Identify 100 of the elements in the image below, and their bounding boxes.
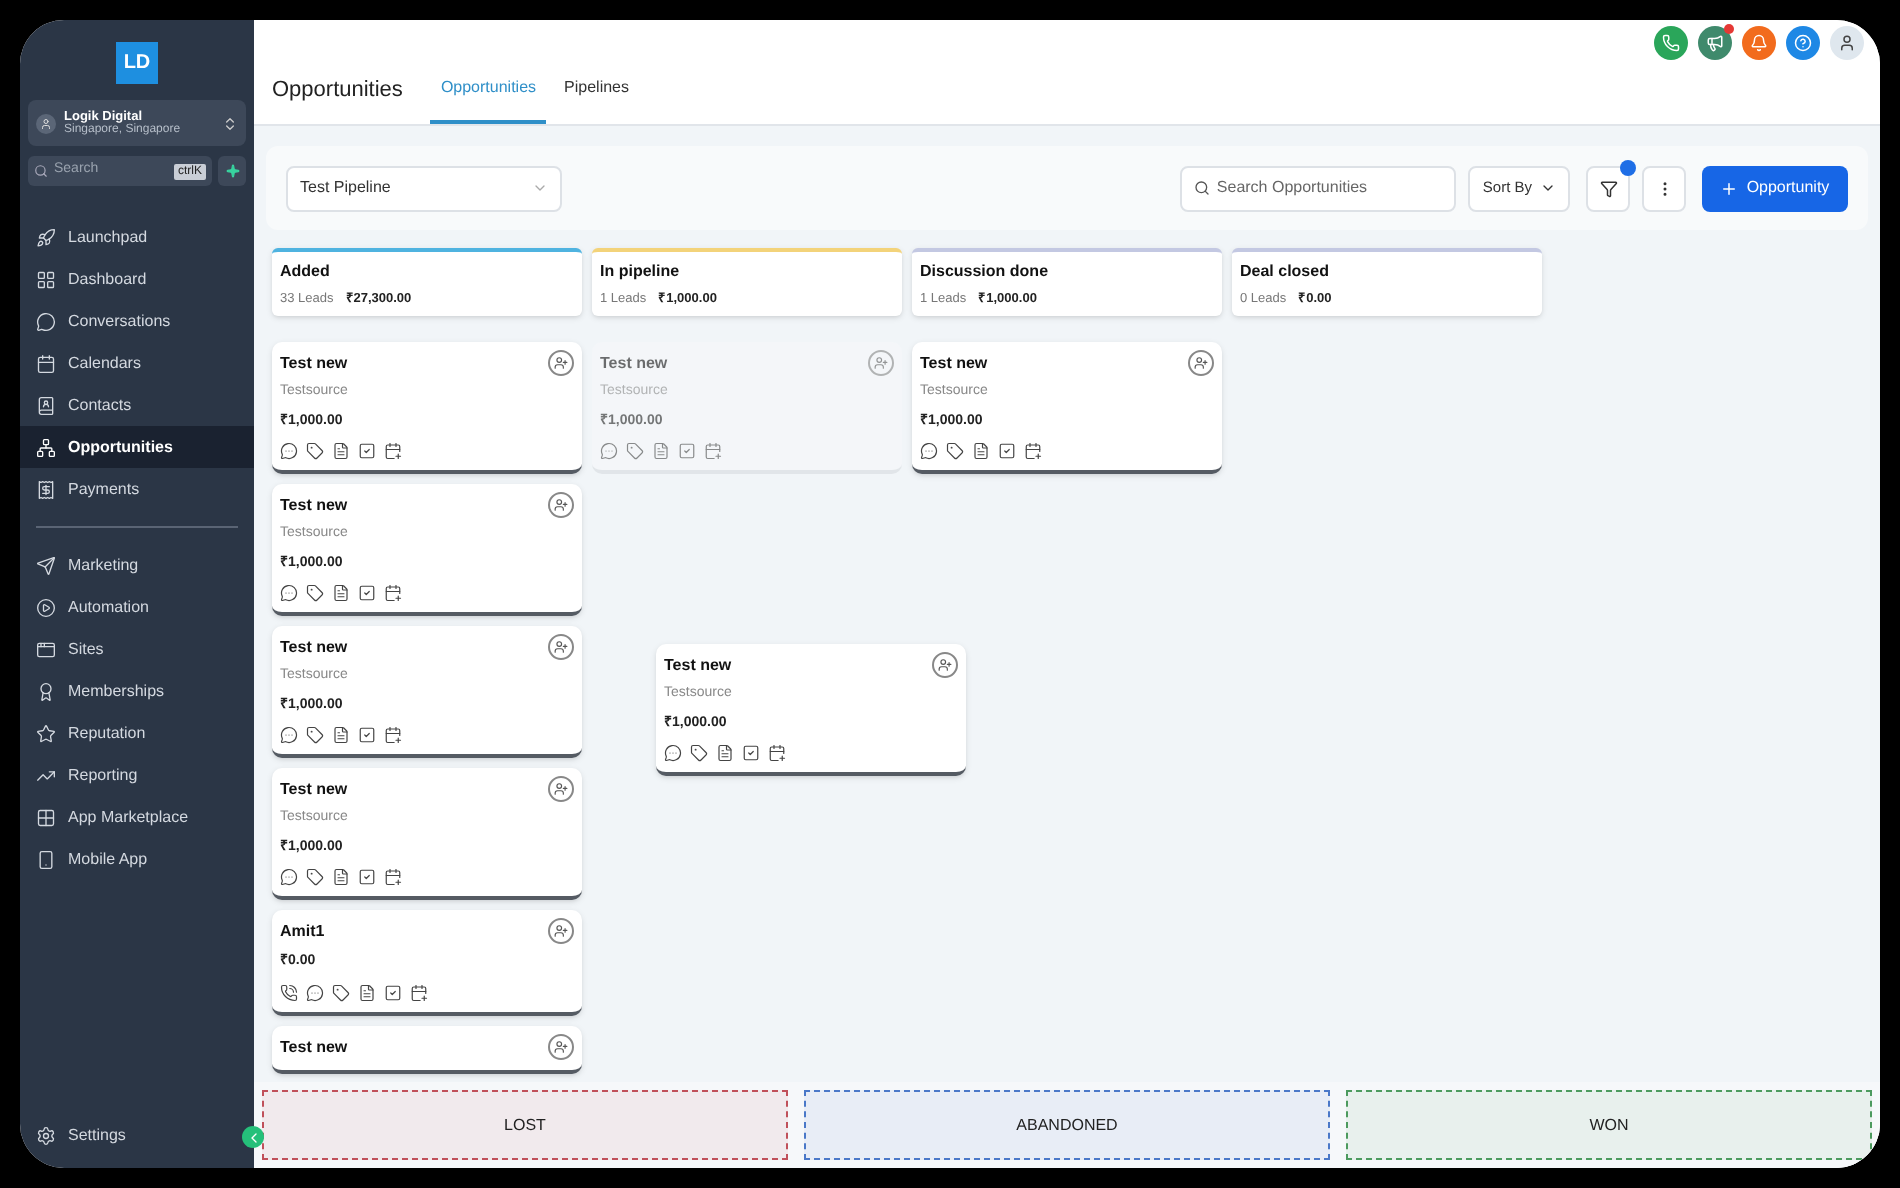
document-icon[interactable] <box>332 584 350 602</box>
assign-user-icon[interactable] <box>548 776 574 802</box>
sidebar-item[interactable]: App Marketplace <box>20 796 254 838</box>
checkbox-icon[interactable] <box>998 442 1016 460</box>
help-icon <box>1794 34 1812 52</box>
trend-icon <box>36 765 56 785</box>
card-title: Test new <box>600 352 668 376</box>
tag-icon[interactable] <box>306 584 324 602</box>
tag-icon[interactable] <box>690 744 708 762</box>
sidebar-item[interactable]: Contacts <box>20 384 254 426</box>
calendar-icon[interactable] <box>384 868 402 886</box>
checkbox-icon[interactable] <box>358 584 376 602</box>
search-input[interactable]: Search Opportunities <box>1216 176 1443 200</box>
header-action-button[interactable] <box>1698 26 1732 60</box>
checkbox-icon[interactable] <box>678 442 696 460</box>
stage-name: Deal closed <box>1240 260 1331 284</box>
tag-icon[interactable] <box>306 442 324 460</box>
tag-icon[interactable] <box>332 983 350 1001</box>
calendar-icon[interactable] <box>410 983 428 1001</box>
chat-icon[interactable] <box>280 726 298 744</box>
checkbox-icon[interactable] <box>358 726 376 744</box>
calendar-icon[interactable] <box>384 442 402 460</box>
tag-icon[interactable] <box>306 868 324 886</box>
search-icon <box>1194 180 1211 196</box>
calendar-icon[interactable] <box>384 584 402 602</box>
calendar-icon[interactable] <box>384 726 402 744</box>
document-icon[interactable] <box>358 983 376 1001</box>
chat-icon[interactable] <box>306 983 324 1001</box>
receipt-icon <box>36 479 56 499</box>
sidebar-item[interactable]: Reporting <box>20 754 254 796</box>
checkbox-icon[interactable] <box>358 868 376 886</box>
contacts-icon <box>36 395 56 415</box>
checkbox-icon[interactable] <box>384 983 402 1001</box>
sidebar-item[interactable]: Dashboard <box>20 258 254 300</box>
settings-item[interactable]: Settings <box>20 1114 142 1156</box>
sidebar-item[interactable]: Opportunities <box>20 426 254 468</box>
pipeline-select[interactable]: Test Pipeline <box>286 165 562 211</box>
star-icon <box>36 723 56 743</box>
assign-user-icon[interactable] <box>548 492 574 518</box>
chat-icon[interactable] <box>664 744 682 762</box>
add-opportunity-button[interactable]: Opportunity <box>1702 165 1848 211</box>
drop-zone[interactable]: WON <box>1346 1090 1872 1160</box>
chevron-icon <box>532 180 548 196</box>
sidebar-item[interactable]: Sites <box>20 628 254 670</box>
checkbox-icon[interactable] <box>358 442 376 460</box>
sidebar-item[interactable]: Marketing <box>20 544 254 586</box>
avatar[interactable] <box>1830 26 1864 60</box>
sidebar-item[interactable]: Calendars <box>20 342 254 384</box>
assign-user-icon[interactable] <box>548 1033 574 1059</box>
document-icon[interactable] <box>332 442 350 460</box>
opportunity-card[interactable]: Test new <box>272 1025 582 1073</box>
phone-icon <box>36 849 56 869</box>
checkbox-icon[interactable] <box>742 744 760 762</box>
send-icon <box>36 555 56 575</box>
search-icon <box>34 164 48 178</box>
header-action-button[interactable] <box>1654 26 1688 60</box>
network-icon <box>36 437 56 457</box>
document-icon[interactable] <box>972 442 990 460</box>
calendar-icon[interactable] <box>768 744 786 762</box>
filter-button[interactable] <box>1586 165 1630 211</box>
sidebar-item[interactable]: Mobile App <box>20 838 254 880</box>
document-icon[interactable] <box>332 726 350 744</box>
tag-icon[interactable] <box>946 442 964 460</box>
filter-icon <box>1599 179 1617 197</box>
document-icon[interactable] <box>716 744 734 762</box>
phone-icon[interactable] <box>280 983 298 1001</box>
assign-user-icon[interactable] <box>548 350 574 376</box>
chat-icon <box>36 311 56 331</box>
assign-user-icon[interactable] <box>932 652 958 678</box>
chat-icon[interactable] <box>920 442 938 460</box>
sidebar-item[interactable]: Reputation <box>20 712 254 754</box>
drop-zone[interactable]: LOST <box>262 1090 788 1160</box>
chat-icon[interactable] <box>280 442 298 460</box>
assign-user-icon[interactable] <box>548 918 574 944</box>
sidebar-item[interactable]: Conversations <box>20 300 254 342</box>
page-title: Opportunities <box>272 75 403 105</box>
header-action-button[interactable] <box>1742 26 1776 60</box>
document-icon[interactable] <box>332 868 350 886</box>
chat-icon[interactable] <box>280 868 298 886</box>
sidebar-item[interactable]: Memberships <box>20 670 254 712</box>
chat-icon[interactable] <box>280 584 298 602</box>
tag-icon[interactable] <box>306 726 324 744</box>
search-opportunities-field[interactable]: Search Opportunities <box>1180 165 1457 211</box>
card-title: Test new <box>280 636 348 660</box>
chevron-icon <box>222 115 238 131</box>
drop-zone[interactable]: ABANDONED <box>804 1090 1330 1160</box>
sidebar-item[interactable]: Payments <box>20 468 254 510</box>
chevron-icon <box>1540 180 1556 196</box>
assign-user-icon[interactable] <box>548 634 574 660</box>
rocket-icon <box>36 227 56 247</box>
brand-logo: LD <box>116 42 158 84</box>
ai-button[interactable] <box>218 156 246 186</box>
play-icon <box>36 597 56 617</box>
sidebar-item[interactable]: Launchpad <box>20 216 254 258</box>
calendar-icon[interactable] <box>1024 442 1042 460</box>
account-icon <box>36 113 56 133</box>
sidebar-item[interactable]: Automation <box>20 586 254 628</box>
header-action-button[interactable] <box>1786 26 1820 60</box>
tab[interactable]: Pipelines <box>554 76 639 124</box>
assign-user-icon[interactable] <box>1188 350 1214 376</box>
